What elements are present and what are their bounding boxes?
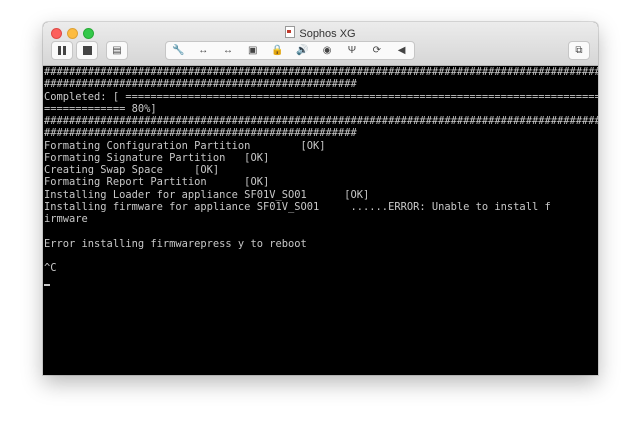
- console-cursor: [44, 284, 50, 286]
- console-line: ########################################…: [44, 78, 357, 91]
- vm-window: Sophos XG ▤ 🔧 ↔ ↔ ▣ 🔒 🔊 ◉ Ψ ⟳ ◀ ⧉ ###############…: [43, 22, 598, 375]
- console-line: Error installing firmwarepress y to rebo…: [44, 237, 307, 250]
- disk-icon[interactable]: ▣: [244, 45, 262, 56]
- console-line: ########################################…: [44, 66, 598, 78]
- console-line: ^C: [44, 262, 57, 274]
- vm-document-icon: [285, 26, 296, 38]
- network-arrows-2-icon[interactable]: ↔: [219, 45, 237, 56]
- console-line: ########################################…: [44, 127, 357, 140]
- pause-icon: [58, 46, 66, 55]
- console-line: Installing firmware for appliance SF01V_…: [44, 200, 551, 213]
- console-line: irmware: [44, 213, 88, 225]
- device-toolbar: 🔧 ↔ ↔ ▣ 🔒 🔊 ◉ Ψ ⟳ ◀: [165, 41, 415, 60]
- chevron-left-icon[interactable]: ◀: [393, 45, 411, 56]
- stop-icon: [82, 46, 92, 55]
- title-bar: Sophos XG ▤ 🔧 ↔ ↔ ▣ 🔒 🔊 ◉ Ψ ⟳ ◀ ⧉: [43, 22, 598, 66]
- console-line: Formating Signature Partition [OK]: [44, 151, 270, 164]
- camera-icon[interactable]: ◉: [318, 45, 336, 56]
- window-title-text: Sophos XG: [299, 28, 356, 40]
- stop-button[interactable]: [76, 41, 98, 60]
- console-screen[interactable]: ########################################…: [43, 66, 598, 375]
- console-line: Creating Swap Space [OK]: [44, 164, 220, 176]
- console-line: Formating Configuration Partition [OK]: [44, 139, 326, 152]
- console-line: ########################################…: [44, 115, 598, 127]
- fullscreen-icon: ⧉: [575, 44, 583, 56]
- console-line: ============= 80%]: [44, 102, 157, 115]
- vm-settings-icon: ▤: [112, 44, 122, 56]
- vm-settings-button[interactable]: ▤: [106, 41, 128, 60]
- lock-icon[interactable]: 🔒: [269, 45, 287, 56]
- wrench-icon[interactable]: 🔧: [169, 45, 187, 56]
- speaker-icon[interactable]: 🔊: [293, 45, 311, 56]
- console-line: Completed: [ ===========================…: [44, 90, 598, 103]
- window-title: Sophos XG: [43, 26, 598, 40]
- fullscreen-button[interactable]: ⧉: [568, 41, 590, 60]
- sync-icon[interactable]: ⟳: [368, 45, 386, 56]
- console-line: Formating Report Partition [OK]: [44, 176, 270, 189]
- pause-button[interactable]: [51, 41, 73, 60]
- network-arrows-icon[interactable]: ↔: [194, 45, 212, 56]
- usb-icon[interactable]: Ψ: [343, 45, 361, 56]
- console-line: Installing Loader for appliance SF01V_SO…: [44, 188, 370, 201]
- console-output: ########################################…: [44, 66, 598, 274]
